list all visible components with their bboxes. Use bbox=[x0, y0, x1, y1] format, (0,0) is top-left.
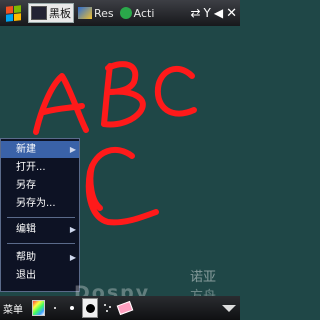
medium-dot-icon bbox=[70, 306, 74, 310]
spray-dot-icon bbox=[104, 304, 111, 312]
close-button[interactable]: ✕ bbox=[226, 6, 237, 21]
menu-item-save-as[interactable]: 另存为... bbox=[1, 195, 79, 212]
activesync-icon bbox=[119, 7, 132, 19]
menu-item-label: 新建 bbox=[16, 144, 36, 155]
submenu-arrow-icon: ▶ bbox=[69, 253, 76, 262]
menu-separator bbox=[7, 243, 75, 244]
eraser-icon bbox=[116, 300, 134, 316]
color-palette-icon bbox=[31, 300, 45, 316]
task-label: 黑板 bbox=[49, 7, 71, 20]
start-button[interactable] bbox=[0, 0, 26, 26]
menu-separator bbox=[7, 217, 75, 218]
screen: 黑板 Res Acti ⇄ Y ◀ ✕ 新建 ▶ 打开... 另存 另存为...… bbox=[0, 0, 240, 320]
menu-item-new[interactable]: 新建 ▶ bbox=[1, 141, 79, 158]
resource-app-icon bbox=[78, 7, 92, 19]
menu-item-open[interactable]: 打开... bbox=[1, 159, 79, 176]
blackboard-app-icon bbox=[31, 6, 47, 20]
system-tray: ⇄ Y ◀ ✕ bbox=[190, 6, 240, 21]
task-res[interactable]: Res bbox=[76, 3, 116, 23]
taskbar: 黑板 Res Acti ⇄ Y ◀ ✕ bbox=[0, 0, 240, 26]
task-acti[interactable]: Acti bbox=[118, 3, 160, 23]
menu-item-label: 退出 bbox=[16, 270, 36, 281]
menu-item-label: 另存 bbox=[16, 180, 36, 191]
bottom-toolbar: 菜单 bbox=[0, 296, 240, 320]
context-menu: 新建 ▶ 打开... 另存 另存为... 编辑 ▶ 帮助 ▶ 退出 bbox=[0, 138, 80, 292]
brush-medium-button[interactable] bbox=[65, 299, 79, 317]
color-palette-button[interactable] bbox=[31, 299, 45, 317]
menu-item-help[interactable]: 帮助 ▶ bbox=[1, 249, 79, 266]
volume-icon[interactable]: ◀ bbox=[214, 6, 223, 20]
small-dot-icon bbox=[54, 307, 56, 309]
eraser-button[interactable] bbox=[116, 299, 134, 317]
submenu-arrow-icon: ▶ bbox=[69, 225, 76, 234]
watermark-cn-line1: 诺亚 bbox=[190, 270, 217, 285]
menu-item-save[interactable]: 另存 bbox=[1, 177, 79, 194]
menu-item-label: 编辑 bbox=[16, 224, 36, 235]
task-label: Acti bbox=[133, 6, 155, 20]
menu-item-label: 帮助 bbox=[16, 252, 36, 263]
menu-softkey[interactable]: 菜单 bbox=[0, 301, 31, 316]
task-blackboard[interactable]: 黑板 bbox=[28, 3, 74, 23]
signal-icon[interactable]: Y bbox=[204, 6, 211, 20]
menu-item-label: 打开... bbox=[16, 162, 46, 173]
brush-spray-button[interactable] bbox=[101, 299, 115, 317]
menu-item-exit[interactable]: 退出 bbox=[1, 267, 79, 284]
submenu-arrow-icon: ▶ bbox=[69, 145, 76, 154]
menu-item-edit[interactable]: 编辑 ▶ bbox=[1, 221, 79, 238]
sync-icon[interactable]: ⇄ bbox=[190, 6, 200, 20]
brush-small-button[interactable] bbox=[48, 299, 62, 317]
windows-flag-icon bbox=[5, 4, 21, 22]
task-label: Res bbox=[94, 6, 114, 20]
menu-item-label: 另存为... bbox=[16, 198, 56, 209]
toolbar-collapse-arrow-icon[interactable] bbox=[222, 304, 236, 312]
brush-large-button[interactable] bbox=[82, 298, 98, 318]
large-dot-icon bbox=[85, 303, 95, 313]
